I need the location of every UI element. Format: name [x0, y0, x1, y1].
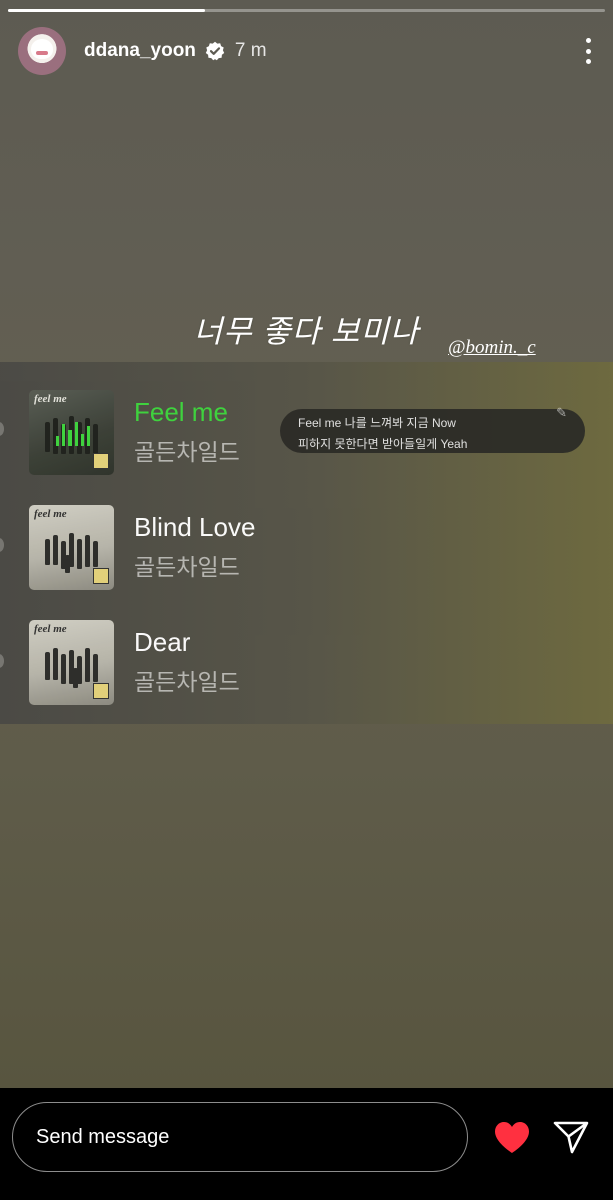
song-title: Dear [134, 627, 191, 657]
song-artist: 골든차일드 [134, 439, 240, 465]
send-icon[interactable] [553, 1120, 589, 1154]
story-footer [0, 1088, 613, 1200]
song-title: Feel me [134, 397, 228, 427]
song-item-blind-love[interactable]: feel me Blind Love 골든차일드 [29, 504, 613, 590]
song-title: Blind Love [134, 512, 256, 542]
lyrics-line-2: 피하지 못한다면 받아들일게 Yeah [298, 437, 468, 451]
edge-indicator [0, 654, 4, 668]
lyrics-bubble: Feel me 나를 느껴봐 지금 Now 피하지 못한다면 받아들일게 Yea… [280, 405, 585, 453]
username[interactable]: ddana_yoon [84, 40, 196, 62]
cover-sticker [93, 452, 109, 469]
cover-title: feel me [34, 622, 67, 635]
album-cover: feel me [29, 619, 114, 705]
heart-icon[interactable] [494, 1121, 530, 1154]
lyrics-line-1: Feel me 나를 느껴봐 지금 Now [298, 416, 456, 430]
edge-indicator [0, 538, 4, 552]
cover-title: feel me [34, 507, 67, 520]
pencil-icon: ✎ [556, 405, 567, 420]
story-viewer[interactable]: ddana_yoon 7 m 너무 좋다 보미나 @bomin._c feel … [0, 0, 613, 1088]
song-item-dear[interactable]: feel me Dear 골든차일드 [29, 619, 613, 705]
story-header: ddana_yoon 7 m [18, 26, 595, 76]
avatar[interactable] [18, 27, 66, 75]
story-progress-fill [8, 9, 205, 12]
album-cover: feel me [29, 389, 114, 475]
post-time: 7 m [234, 40, 267, 61]
story-progress-bar [8, 9, 605, 12]
edge-indicator [0, 422, 4, 436]
equalizer-icon [56, 421, 91, 446]
cover-title: feel me [34, 392, 67, 405]
album-cover: feel me [29, 504, 114, 590]
song-artist: 골든차일드 [134, 554, 240, 580]
cover-sticker [93, 567, 109, 584]
verified-badge-icon [205, 41, 225, 61]
more-options-icon[interactable] [583, 38, 593, 64]
cover-sticker [93, 682, 109, 699]
song-artist: 골든차일드 [134, 669, 240, 695]
send-message-input[interactable] [12, 1102, 468, 1172]
mention-tag[interactable]: @bomin._c [448, 337, 536, 359]
